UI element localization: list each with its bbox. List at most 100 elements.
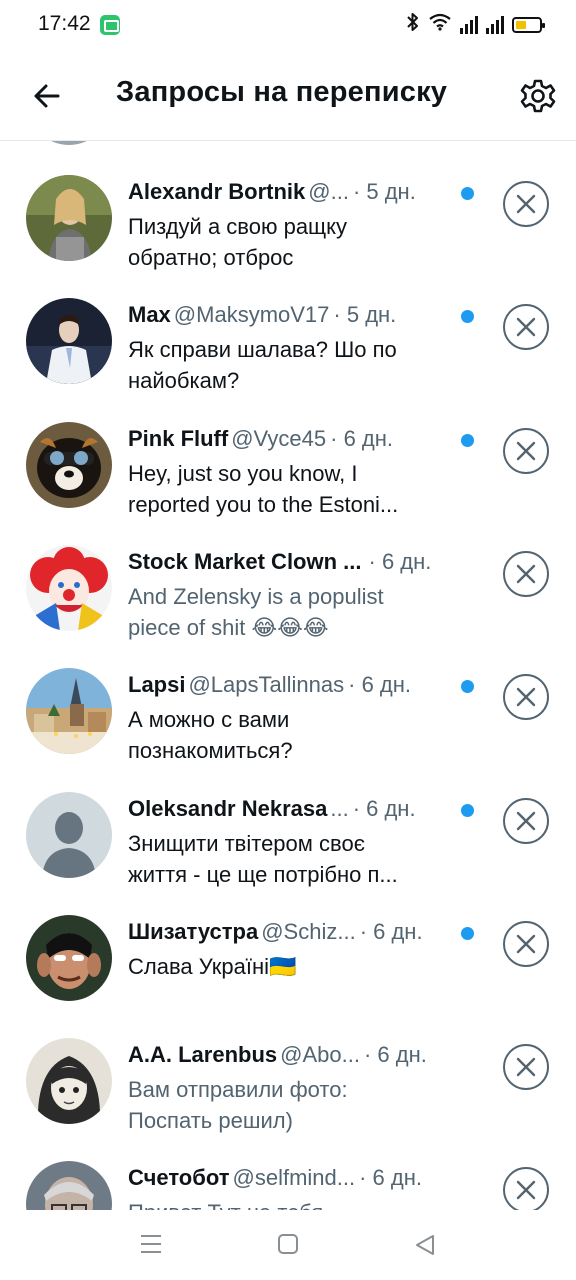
unread-indicator [461,187,474,200]
close-icon [516,1181,536,1200]
request-header: Счетобот @selfmind... · 6 дн. [128,1165,448,1195]
close-icon [516,194,536,214]
display-name: A.A. Larenbus [128,1042,278,1068]
unread-indicator [461,926,474,940]
display-name: Lapsi [128,672,186,698]
unread-indicator [461,803,474,817]
list-item[interactable]: Stock Market Clown ... · 6 дн. And Zelensk… [0,511,576,640]
list-item[interactable]: Шизатустра @Schiz... · 6 дн. Слава Україні🇺… [0,881,576,1004]
list-item[interactable]: Счетобот@selfmind...· 6 дн. Привет Тут на… [0,1127,576,1210]
display-name: Шизатустра [128,918,259,944]
display-name: Max [128,302,171,328]
home-square-icon[interactable] [278,1234,298,1254]
user-handle: @Vyce45 [231,425,327,451]
status-time: 17:42 [38,12,91,35]
unread-indicator [461,680,474,694]
wifi-icon [428,13,452,37]
timestamp: · 6 дн. [359,1165,422,1191]
message-preview-line: А можно с вами [128,707,290,733]
message-preview-line: Вам отправили фото: [128,1077,348,1103]
user-handle: @Schiz... [261,918,356,944]
display-name: Pink Fluff [128,425,229,451]
request-header: Stock Market Clown ... · 6 дн. [128,549,448,579]
request-header: Lapsi @LapsTallinnas · 6 дн. [128,672,448,702]
close-icon [516,441,536,460]
list-item[interactable]: Pink Fluff @Vyce45 · 6 дн. Hey, just so you… [0,388,576,517]
timestamp: · 6 дн. [359,918,423,944]
avatar[interactable] [26,544,112,631]
page-title: Запросы на переписку [116,76,448,108]
dismiss-request-button[interactable] [503,1167,549,1210]
timestamp: · 6 дн. [368,548,432,574]
status-icons [406,12,545,38]
user-handle: @... [308,179,349,204]
dismiss-request-button[interactable] [503,181,549,227]
user-handle: @selfmind... [232,1165,356,1191]
display-name: Alexandr Bortnik [128,179,306,204]
message-requests-list[interactable]: Alexandr Bortnik @... · 5 дн. Пиздуй а свою… [0,141,576,1210]
arrow-left-icon [34,84,60,108]
avatar[interactable] [26,175,112,261]
back-button[interactable] [28,76,68,116]
message-preview-line: And Zelensky is a populist [128,583,384,609]
dismiss-request-button[interactable] [503,797,549,844]
avatar[interactable] [26,1161,112,1210]
app-header: Запросы на переписку [0,52,576,141]
message-preview-line: Слава Україні🇺🇦 [128,953,297,979]
timestamp: · 6 дн. [330,425,394,451]
display-name: Oleksandr Nekrasa [128,795,328,821]
dismiss-request-button[interactable] [503,674,549,721]
back-triangle-icon[interactable] [414,1234,436,1256]
timestamp: · 5 дн. [333,302,397,328]
avatar[interactable] [26,421,112,508]
list-item[interactable]: Lapsi @LapsTallinnas · 6 дн. А можно с вами… [0,634,576,763]
message-preview-line: Знищити твітером своє [128,830,365,856]
status-bar: 17:42 [0,0,576,52]
request-header: Max @MaksymoV17 · 5 дн. [128,302,448,332]
battery-icon [512,17,545,33]
signal-r-icon [486,16,504,34]
unread-indicator [461,433,474,447]
avatar[interactable] [26,298,112,385]
system-nav-bar [0,1210,576,1280]
list-item[interactable]: Alexandr Bortnik @... · 5 дн. Пиздуй а свою… [0,141,576,270]
list-item[interactable]: A.A. Larenbus @Abo... · 6 дн. Вам отправили… [0,1004,576,1133]
settings-button[interactable] [518,76,558,116]
user-handle: @MaksymoV17 [173,302,330,328]
dismiss-request-button[interactable] [503,304,549,351]
list-item[interactable]: Oleksandr Nekrasa... · 6 дн. Знищити твіте… [0,758,576,887]
bluetooth-icon [406,12,420,38]
close-icon [516,811,536,830]
request-header: Pink Fluff @Vyce45 · 6 дн. [128,426,448,456]
avatar[interactable] [26,668,112,755]
user-handle: @LapsTallinnas [188,672,345,698]
user-handle: ... [330,795,349,821]
request-header: A.A. Larenbus @Abo... · 6 дн. [128,1042,448,1072]
dismiss-request-button[interactable] [503,1044,549,1091]
close-icon [516,687,536,707]
avatar[interactable] [26,1038,112,1125]
unread-indicator [461,310,474,324]
list-item[interactable]: Max @MaksymoV17 · 5 дн. Як справи шалава? Ш… [0,264,576,393]
message-preview-line: Пиздуй а свою ращку [128,214,348,239]
message-preview-line: Hey, just so you know, I [128,460,358,486]
close-icon [516,564,536,584]
dismiss-request-button[interactable] [503,550,549,597]
avatar[interactable] [26,791,112,878]
close-icon [516,318,536,337]
request-header: Oleksandr Nekrasa... · 6 дн. [128,796,448,826]
gear-icon [520,79,556,113]
message-app-icon [100,15,120,35]
request-header: Шизатустра @Schiz... · 6 дн. [128,919,448,949]
timestamp: · 6 дн. [348,672,412,698]
timestamp: · 5 дн. [352,179,416,204]
message-preview-line: Як справи шалава? Шо по [128,337,397,363]
menu-icon[interactable] [140,1234,162,1254]
user-handle: @Abo... [280,1042,360,1068]
signal-icon [460,16,478,34]
message-preview-line: Привет Тут на тебя [128,1197,444,1210]
avatar[interactable] [26,914,112,1001]
dismiss-request-button[interactable] [503,920,549,967]
message-preview: Привет Тут на тебя [128,1197,444,1210]
dismiss-request-button[interactable] [503,427,549,474]
